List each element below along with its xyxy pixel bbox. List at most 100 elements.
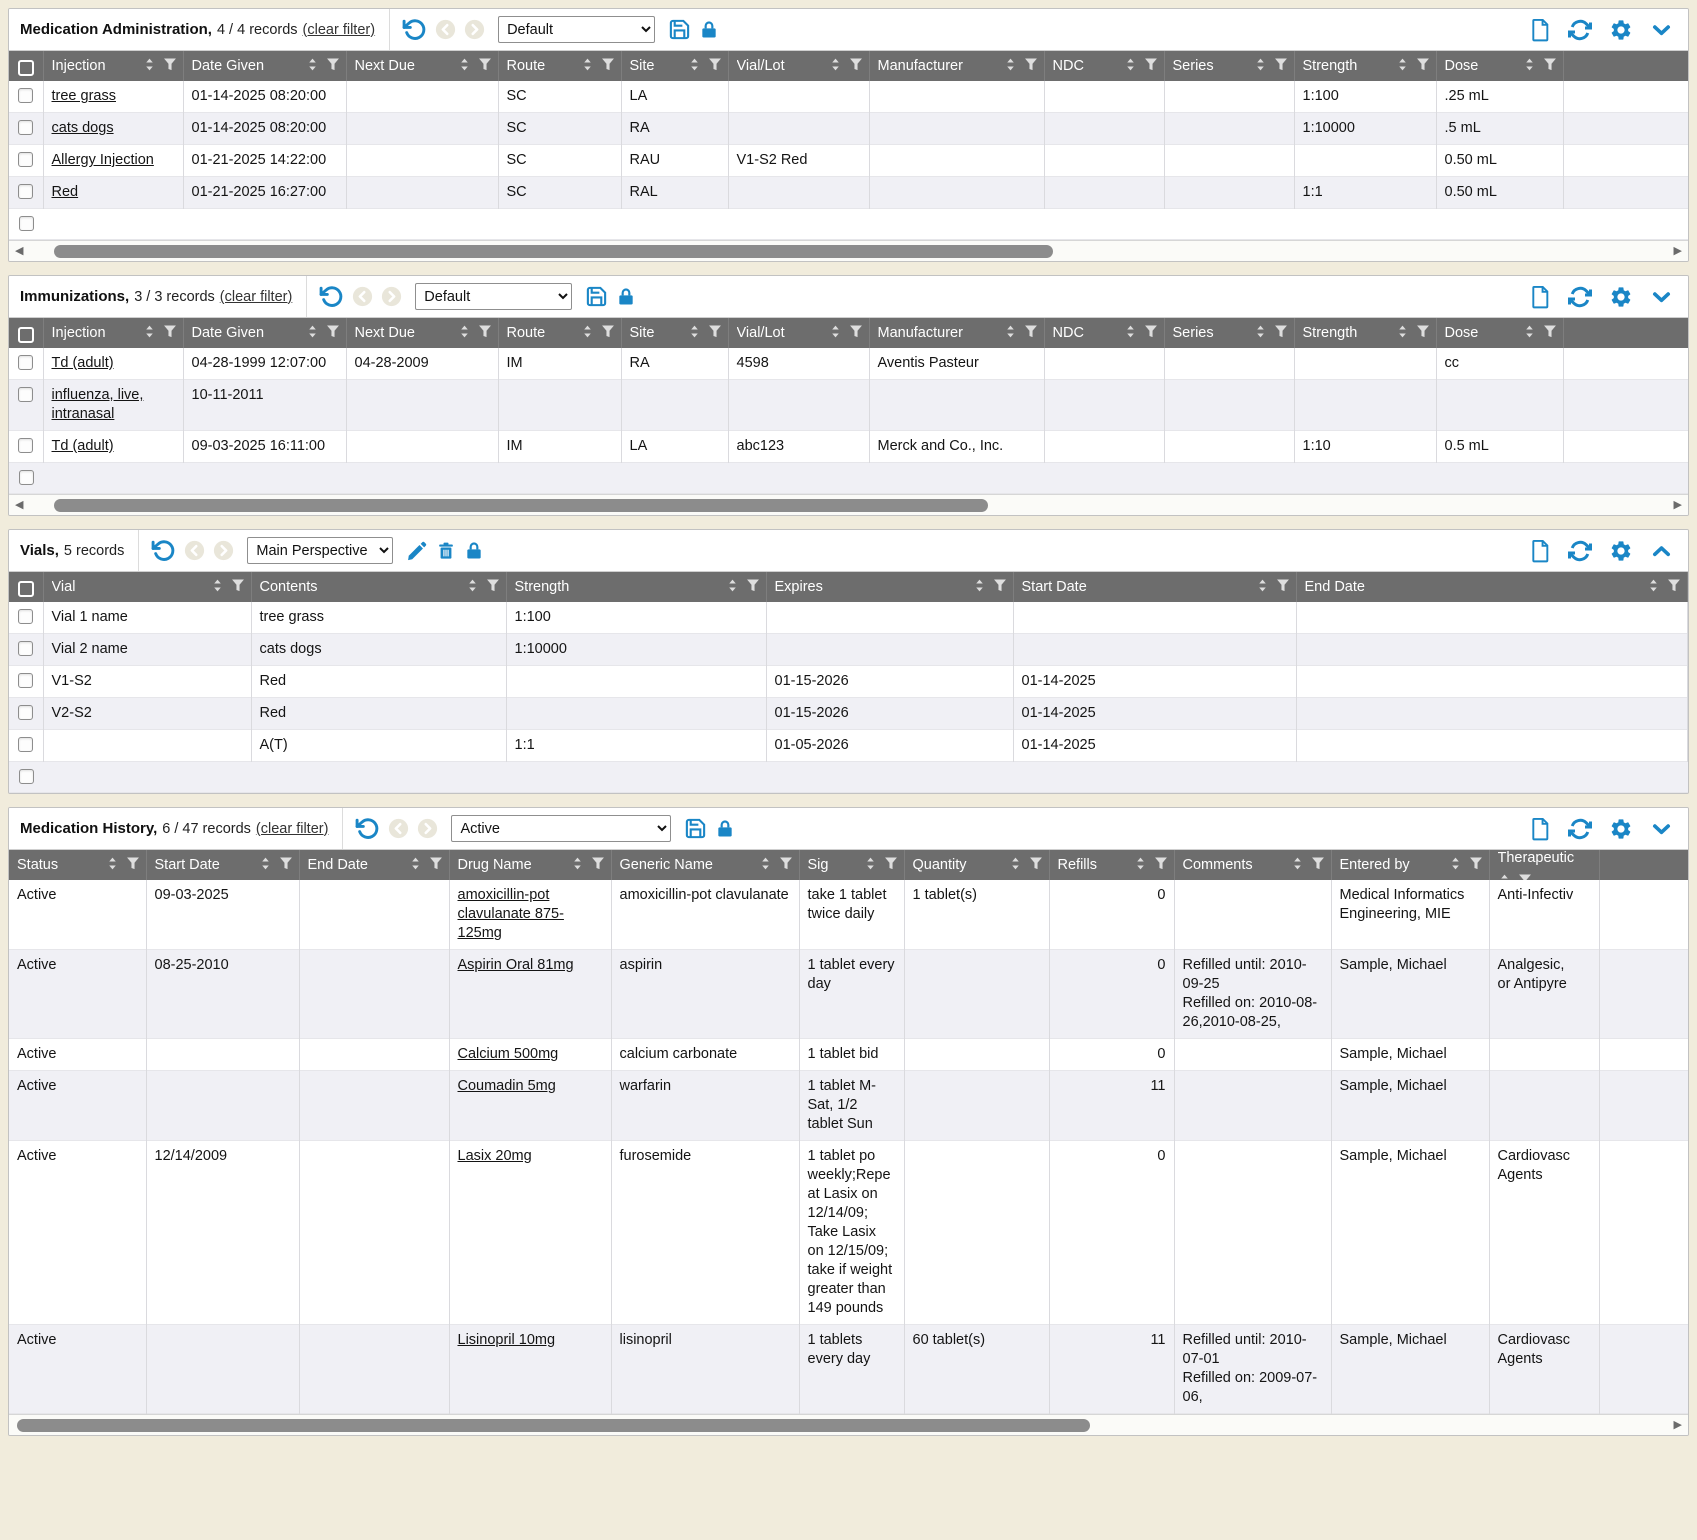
column-header-strength[interactable]: Strength [506, 572, 766, 602]
sort-button[interactable] [1523, 57, 1536, 76]
row-checkbox[interactable] [18, 438, 33, 453]
drug-name-link[interactable]: Aspirin Oral 81mg [458, 957, 574, 973]
new-record-button[interactable] [1529, 817, 1551, 841]
sort-button[interactable] [1124, 324, 1137, 343]
perspective-select[interactable]: Default [415, 283, 572, 310]
table-row[interactable]: ActiveCoumadin 5mgwarfarin1 tablet M-Sat… [9, 1071, 1688, 1141]
filter-button[interactable] [1154, 856, 1168, 875]
sort-button[interactable] [1498, 873, 1511, 880]
table-row[interactable]: Active12/14/2009Lasix 20mgfurosemide1 ta… [9, 1141, 1688, 1325]
column-header-injection[interactable]: Injection [43, 51, 183, 81]
sort-button[interactable] [1449, 856, 1462, 875]
sort-button[interactable] [1004, 57, 1017, 76]
table-row[interactable]: Td (adult)09-03-2025 16:11:00IMLAabc123M… [9, 431, 1688, 463]
next-page-button[interactable] [417, 818, 438, 839]
perspective-select[interactable]: Default [498, 16, 655, 43]
filter-button[interactable] [779, 856, 793, 875]
sort-button[interactable] [1396, 57, 1409, 76]
row-checkbox[interactable] [18, 88, 33, 103]
row-checkbox[interactable] [18, 609, 33, 624]
scroll-right-arrow[interactable]: ▶ [1672, 500, 1684, 511]
table-row[interactable]: Vial 2 namecats dogs1:10000 [9, 634, 1688, 666]
column-header-route[interactable]: Route [498, 318, 621, 348]
column-header-end-date[interactable]: End Date [1296, 572, 1688, 602]
prev-page-button[interactable] [184, 540, 205, 561]
column-header-therapeutic[interactable]: Therapeutic [1489, 850, 1599, 880]
scrollbar-track[interactable] [29, 245, 1667, 258]
prev-page-button[interactable] [435, 19, 456, 40]
filter-button[interactable] [746, 578, 760, 597]
row-checkbox[interactable] [18, 387, 33, 402]
sort-button[interactable] [571, 856, 584, 875]
filter-button[interactable] [231, 578, 245, 597]
sort-button[interactable] [211, 578, 224, 597]
filter-button[interactable] [1543, 57, 1557, 76]
sort-button[interactable] [143, 57, 156, 76]
refresh-button[interactable] [1568, 18, 1592, 42]
filter-button[interactable] [884, 856, 898, 875]
new-record-button[interactable] [1529, 18, 1551, 42]
collapse-button[interactable] [1650, 819, 1673, 839]
drug-name-link[interactable]: Lasix 20mg [458, 1148, 532, 1164]
undo-button[interactable] [319, 284, 344, 309]
scrollbar-thumb[interactable] [17, 1419, 1090, 1432]
sort-button[interactable] [1134, 856, 1147, 875]
save-perspective-button[interactable] [684, 817, 707, 840]
drug-name-link[interactable]: Coumadin 5mg [458, 1078, 556, 1094]
filter-button[interactable] [163, 324, 177, 343]
column-header-quantity[interactable]: Quantity [904, 850, 1049, 880]
select-all-checkbox[interactable] [18, 327, 34, 343]
table-row[interactable]: influenza, live, intranasal10-11-2011 [9, 380, 1688, 431]
filter-button[interactable] [429, 856, 443, 875]
column-header-sig[interactable]: Sig [799, 850, 904, 880]
column-header-vial[interactable]: Vial [43, 572, 251, 602]
filter-button[interactable] [1667, 578, 1681, 597]
column-header-drug-name[interactable]: Drug Name [449, 850, 611, 880]
collapse-button[interactable] [1650, 541, 1673, 561]
row-checkbox[interactable] [18, 737, 33, 752]
sort-button[interactable] [458, 57, 471, 76]
filter-button[interactable] [1276, 578, 1290, 597]
sort-button[interactable] [106, 856, 119, 875]
filter-button[interactable] [279, 856, 293, 875]
select-all-checkbox[interactable] [18, 60, 34, 76]
sort-button[interactable] [1009, 856, 1022, 875]
scrollbar-track[interactable] [29, 499, 1667, 512]
column-header-refills[interactable]: Refills [1049, 850, 1174, 880]
clear-filter-link[interactable]: (clear filter) [220, 289, 293, 305]
sort-button[interactable] [1124, 57, 1137, 76]
column-header-contents[interactable]: Contents [251, 572, 506, 602]
perspective-select[interactable]: Main Perspective [247, 537, 393, 564]
horizontal-scrollbar[interactable]: ▶ [9, 1414, 1688, 1435]
clear-filter-link[interactable]: (clear filter) [303, 22, 376, 38]
row-checkbox[interactable] [18, 641, 33, 656]
filter-button[interactable] [1469, 856, 1483, 875]
table-row[interactable]: Active08-25-2010Aspirin Oral 81mgaspirin… [9, 950, 1688, 1039]
column-header-end-date[interactable]: End Date [299, 850, 449, 880]
sort-button[interactable] [688, 57, 701, 76]
save-perspective-button[interactable] [585, 285, 608, 308]
column-header-strength[interactable]: Strength [1294, 51, 1436, 81]
sort-button[interactable] [726, 578, 739, 597]
filter-button[interactable] [1144, 324, 1158, 343]
lock-perspective-button[interactable] [699, 19, 719, 41]
injection-link[interactable]: Td (adult) [52, 355, 114, 371]
filter-button[interactable] [849, 57, 863, 76]
filter-button[interactable] [601, 324, 615, 343]
scrollbar-thumb[interactable] [54, 499, 988, 512]
horizontal-scrollbar[interactable]: ◀ ▶ [9, 240, 1688, 261]
sort-button[interactable] [143, 324, 156, 343]
table-row[interactable]: Td (adult)04-28-1999 12:07:0004-28-2009I… [9, 348, 1688, 380]
sort-button[interactable] [1254, 324, 1267, 343]
settings-button[interactable] [1609, 285, 1633, 309]
sort-button[interactable] [1396, 324, 1409, 343]
scrollbar-thumb[interactable] [54, 245, 1053, 258]
filter-button[interactable] [486, 578, 500, 597]
column-header-site[interactable]: Site [621, 51, 728, 81]
filter-button[interactable] [708, 57, 722, 76]
undo-button[interactable] [151, 538, 176, 563]
filter-button[interactable] [1416, 324, 1430, 343]
collapse-button[interactable] [1650, 287, 1673, 307]
filter-button[interactable] [1274, 324, 1288, 343]
column-header-strength[interactable]: Strength [1294, 318, 1436, 348]
